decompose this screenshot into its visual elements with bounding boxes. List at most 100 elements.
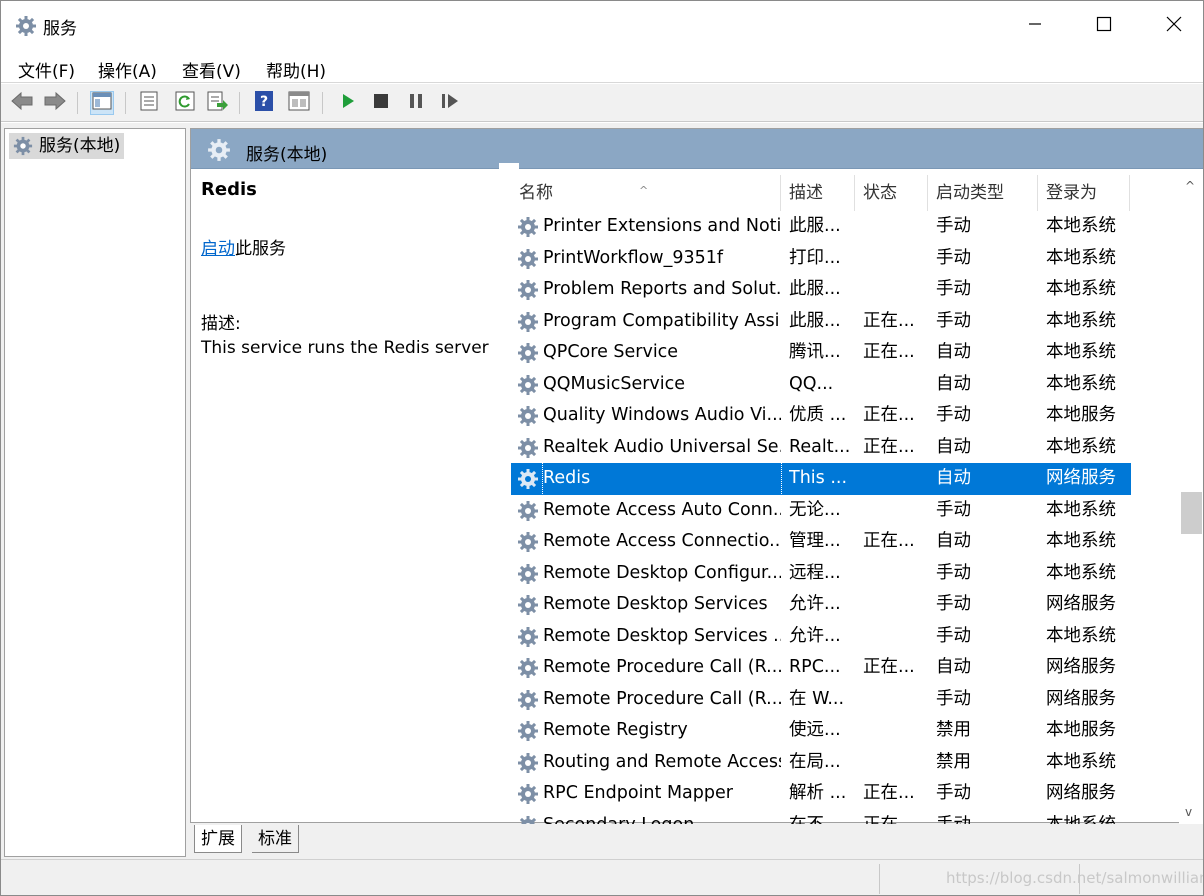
table-row[interactable]: Remote Access Auto Conn... 无论... 手动 本地系统 [511, 495, 1131, 527]
pause-service-button[interactable] [404, 91, 428, 115]
tab-extended[interactable]: 扩展 [194, 825, 242, 853]
start-icon [340, 92, 356, 114]
service-startup-cell: 手动 [936, 783, 971, 803]
service-startup-cell: 自动 [936, 531, 971, 551]
table-row[interactable]: Quality Windows Audio Vi... 优质 ... 正在... 手动… [511, 400, 1131, 432]
export-button[interactable] [206, 91, 230, 115]
close-button[interactable] [1151, 11, 1197, 41]
table-row[interactable]: RPC Endpoint Mapper 解析 ... 正在... 手动 网络服务 [511, 778, 1131, 810]
menu-view[interactable]: 查看(V) [182, 57, 241, 82]
menu-help[interactable]: 帮助(H) [266, 57, 326, 82]
tree-item-services-local[interactable]: 服务(本地) [9, 133, 125, 159]
service-name-cell: QPCore Service [543, 342, 679, 362]
service-startup-cell: 手动 [936, 625, 971, 646]
description-text: This service runs the Redis server [201, 338, 489, 358]
gear-icon [13, 136, 33, 164]
table-row[interactable]: Remote Desktop Services 允许... 手动 网络服务 [511, 589, 1131, 621]
menu-action[interactable]: 操作(A) [98, 57, 157, 82]
scroll-up-icon[interactable]: ^ [1185, 179, 1195, 193]
table-row[interactable]: Remote Desktop Configur... 远程... 手动 本地系统 [511, 558, 1131, 590]
service-description-cell: 在不... [789, 810, 855, 825]
table-row[interactable]: Redis This ... 自动 网络服务 [511, 462, 1131, 496]
column-header-status[interactable]: 状态 [855, 175, 928, 211]
service-description-cell: Realt... [789, 436, 851, 457]
table-row[interactable]: QPCore Service 腾讯... 正在... 自动 本地系统 [511, 337, 1131, 369]
table-row[interactable]: PrintWorkflow_9351f 打印... 手动 本地系统 [511, 243, 1131, 275]
service-name-cell: Quality Windows Audio Vi... [543, 405, 781, 425]
table-row[interactable]: Program Compatibility Assi... 此服... 正在... 手… [511, 306, 1131, 338]
service-description-cell: This ... [789, 468, 848, 488]
service-logon-cell: 本地系统 [1046, 310, 1116, 331]
service-description-cell: 此服... [789, 310, 841, 331]
service-name-cell: RPC Endpoint Mapper [543, 783, 733, 803]
service-startup-cell: 手动 [936, 216, 971, 236]
column-header-description[interactable]: 描述 [781, 175, 855, 211]
service-startup-cell: 禁用 [936, 720, 971, 740]
service-status-cell: 正在... [863, 531, 915, 551]
close-icon [1166, 16, 1182, 36]
gear-icon [517, 248, 539, 275]
table-row[interactable]: Realtek Audio Universal Se... Realt... 正在.… [511, 432, 1131, 464]
service-name-cell: Realtek Audio Universal Se... [543, 436, 781, 457]
table-row[interactable]: Problem Reports and Solut... 此服... 手动 本地系统 [511, 274, 1131, 306]
tree-item-label: 服务(本地) [39, 136, 121, 156]
table-row[interactable]: Printer Extensions and Noti... 此服... 手动 本地系… [511, 211, 1131, 243]
maximize-icon [1096, 16, 1112, 36]
properties-button[interactable] [137, 91, 161, 115]
table-row[interactable]: Remote Access Connectio... 管理... 正在... 自动 本地… [511, 526, 1131, 558]
minimize-button[interactable] [1012, 11, 1058, 41]
client-area: 服务(本地) 服务(本地) Redis 启动此服务 描述: This servi… [1, 123, 1203, 859]
table-row[interactable]: Remote Procedure Call (R... RPC... 正在... 自动… [511, 652, 1131, 684]
header-notch [499, 163, 519, 175]
table-row[interactable]: Secondary Logon 在不... 正在... 手动本地系统 [511, 810, 1131, 825]
service-status-cell: 正在... [863, 405, 915, 425]
back-button[interactable] [10, 91, 34, 115]
column-header-logon-as[interactable]: 登录为 [1038, 175, 1130, 211]
service-name-cell: Program Compatibility Assi... [543, 310, 781, 331]
forward-button[interactable] [43, 91, 67, 115]
gear-icon [517, 311, 539, 338]
refresh-button[interactable] [173, 91, 197, 115]
panel-title: 服务(本地) [246, 145, 328, 165]
resume-service-button[interactable] [438, 91, 462, 115]
services-list: ^ 名称 描述 状态 启动类型 登录为 Printer Extensions a… [511, 175, 1131, 824]
table-row[interactable]: Remote Registry 使远... 禁用 本地服务 [511, 715, 1131, 747]
status-bar: https://blog.csdn.net/salmonwilliam [1, 859, 1203, 895]
service-name-cell: Routing and Remote Access [543, 751, 781, 772]
view-tabs: 扩展 标准 [190, 825, 1203, 857]
column-headers: ^ 名称 描述 状态 启动类型 登录为 [511, 175, 1131, 211]
gear-icon [207, 138, 231, 166]
scroll-down-icon[interactable]: v [1185, 805, 1192, 819]
vertical-scrollbar[interactable]: ^ v [1179, 175, 1203, 824]
service-name-cell: Remote Desktop Services [543, 594, 768, 614]
console-button[interactable] [287, 91, 311, 115]
stop-service-button[interactable] [369, 91, 393, 115]
service-description-cell: RPC... [789, 657, 841, 677]
service-name-cell: Remote Access Connectio... [543, 531, 781, 551]
maximize-button[interactable] [1081, 11, 1127, 41]
start-suffix: 此服务 [235, 239, 286, 259]
service-rows: Printer Extensions and Noti... 此服... 手动 本地系… [511, 211, 1131, 824]
service-name-cell: Redis [542, 462, 782, 496]
service-startup-cell: 禁用 [936, 751, 971, 772]
scrollbar-thumb[interactable] [1181, 492, 1202, 534]
table-row[interactable]: QQMusicService QQ... 自动 本地系统 [511, 369, 1131, 401]
start-service-link[interactable]: 启动 [201, 239, 235, 259]
help-button[interactable]: ? [252, 91, 276, 115]
table-row[interactable]: Routing and Remote Access 在局... 禁用 本地系统 [511, 747, 1131, 779]
menu-file[interactable]: 文件(F) [18, 57, 75, 82]
gear-icon [15, 15, 37, 41]
table-row[interactable]: Remote Procedure Call (R... 在 W... 手动 网络服务 [511, 684, 1131, 716]
service-description-cell: 允许... [789, 594, 841, 614]
tab-standard[interactable]: 标准 [252, 825, 299, 853]
show-tree-button[interactable] [90, 91, 114, 115]
service-name-cell: QQMusicService [543, 373, 686, 394]
service-logon-cell: 网络服务 [1046, 657, 1116, 677]
column-header-startup-type[interactable]: 启动类型 [928, 175, 1038, 211]
svg-text:?: ? [260, 94, 268, 110]
start-service-button[interactable] [336, 91, 360, 115]
table-row[interactable]: Remote Desktop Services ... 允许... 手动 本地系统 [511, 621, 1131, 653]
service-startup-cell: 手动 [936, 310, 971, 331]
service-name-cell: Printer Extensions and Noti... [543, 216, 781, 236]
column-header-name[interactable]: ^ 名称 [511, 175, 781, 211]
